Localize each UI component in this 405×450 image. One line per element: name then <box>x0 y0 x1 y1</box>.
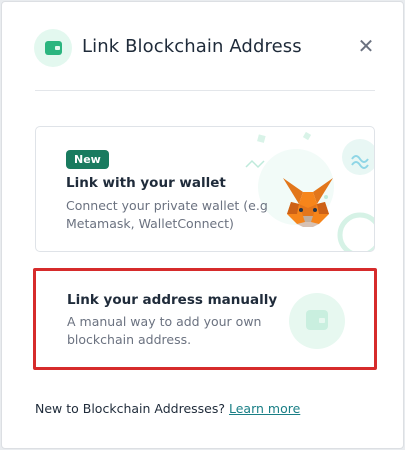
metamask-fox-icon <box>283 178 333 227</box>
option-title: Link with your wallet <box>66 175 226 191</box>
new-badge: New <box>66 150 109 169</box>
option-description: A manual way to add your own blockchain … <box>67 314 262 347</box>
option-description: Connect your private wallet (e.g Metamas… <box>66 198 268 231</box>
link-with-wallet-option[interactable]: New Link with your wallet Connect your p… <box>35 126 375 252</box>
close-button[interactable]: ✕ <box>356 36 376 56</box>
dialog-title: Link Blockchain Address <box>82 36 302 57</box>
footer-text: New to Blockchain Addresses? <box>35 401 229 416</box>
learn-more-link[interactable]: Learn more <box>229 401 300 416</box>
footer-help: New to Blockchain Addresses? Learn more <box>35 401 300 416</box>
link-manually-option[interactable]: Link your address manually A manual way … <box>33 268 377 370</box>
header-divider <box>35 90 375 91</box>
link-blockchain-address-dialog: Link Blockchain Address ✕ New Link with … <box>1 1 404 449</box>
wallet-icon <box>34 29 72 67</box>
wallet-icon <box>289 293 345 349</box>
option-title: Link your address manually <box>67 292 278 308</box>
